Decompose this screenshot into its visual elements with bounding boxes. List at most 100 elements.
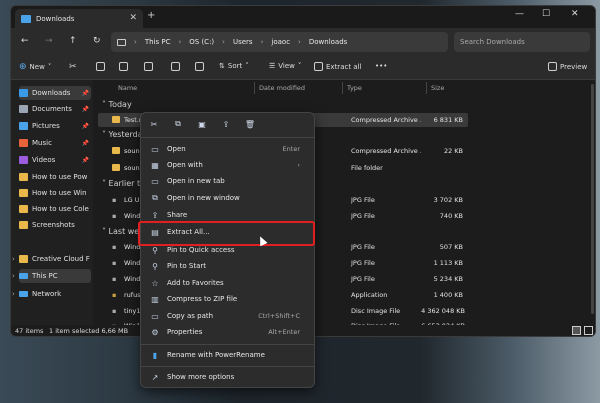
sidebar-item-documents[interactable]: Documents 📌 <box>19 102 91 116</box>
sidebar-item-how-to-use-cole[interactable]: How to use Cole <box>19 202 91 216</box>
file-size: 1 113 KB <box>433 259 463 267</box>
paste-icon <box>119 62 128 71</box>
close-window-button[interactable]: ✕ <box>571 9 579 19</box>
copy-icon[interactable]: ⧉ <box>171 117 185 131</box>
cut-button[interactable]: ✂ <box>69 62 77 72</box>
tab-close-icon[interactable]: ✕ <box>129 13 137 23</box>
open-with-icon: ▦ <box>151 160 159 170</box>
maximize-button[interactable]: ☐ <box>542 9 550 19</box>
column-header-type[interactable]: Type <box>347 84 362 92</box>
chevron-down-icon: ˅ <box>245 62 249 70</box>
menu-item-add-favorites[interactable]: ☆ Add to Favorites <box>145 275 310 291</box>
menu-item-compress-zip[interactable]: ▥ Compress to ZIP file <box>145 291 310 307</box>
sidebar-item-creative-cloud[interactable]: › Creative Cloud F <box>12 252 91 266</box>
new-window-icon: ⧉ <box>152 193 158 202</box>
title-bar: Downloads ✕ + — ☐ ✕ <box>11 6 595 28</box>
tab-downloads[interactable]: Downloads ✕ <box>15 9 143 28</box>
vertical-scrollbar[interactable] <box>591 84 594 314</box>
sidebar-item-videos[interactable]: Videos 📌 <box>19 153 91 167</box>
breadcrumb-os-c[interactable]: OS (C:) <box>189 38 214 46</box>
rename-icon <box>144 62 153 71</box>
open-icon: ▭ <box>151 144 159 154</box>
sidebar-item-how-to-use-pow[interactable]: How to use Pow <box>19 170 91 184</box>
sort-button[interactable]: ⇅ Sort ˅ <box>219 62 249 70</box>
breadcrumb-users[interactable]: Users <box>233 38 253 46</box>
new-tab-button[interactable]: + <box>147 10 155 21</box>
rename-icon[interactable]: ▣ <box>195 117 209 131</box>
up-button[interactable]: ↑ <box>69 36 77 46</box>
cloud-folder-icon <box>19 255 28 263</box>
delete-icon[interactable]: 🗑 <box>243 117 257 131</box>
menu-item-open-new-tab[interactable]: ▭ Open in new tab <box>145 173 310 189</box>
file-type: JPG File <box>351 212 375 220</box>
menu-item-show-more-options[interactable]: ↗ Show more options <box>145 369 310 385</box>
share-button[interactable] <box>171 62 180 71</box>
menu-item-open-new-window[interactable]: ⧉ Open in new window <box>145 190 310 206</box>
sidebar-item-how-to-use-win[interactable]: How to use Win <box>19 186 91 200</box>
paste-button[interactable] <box>119 62 128 71</box>
expand-chevron-icon: › <box>12 272 15 280</box>
pin-icon: 📌 <box>81 122 89 130</box>
refresh-button[interactable]: ↻ <box>93 36 101 46</box>
sidebar-item-label: How to use Win <box>32 189 87 197</box>
extract-all-button[interactable]: Extract all <box>314 62 361 71</box>
command-bar: ⊕ New ˅ ✂ ⇅ Sort ˅ ☰ View ˅ Extract all … <box>11 56 595 80</box>
menu-item-open[interactable]: ▭ Open Enter <box>145 141 310 157</box>
more-options-icon: ↗ <box>151 372 159 382</box>
delete-button[interactable] <box>195 62 204 71</box>
breadcrumb-joaoc[interactable]: joaoc <box>271 38 290 46</box>
menu-item-copy-as-path[interactable]: ▭ Copy as path Ctrl+Shift+C <box>145 308 310 324</box>
forward-button[interactable]: → <box>45 36 53 46</box>
rename-button[interactable] <box>144 62 153 71</box>
folder-icon <box>19 221 28 229</box>
menu-item-pin-to-start[interactable]: ⚲ Pin to Start <box>145 258 310 274</box>
preview-pane-button[interactable]: Preview <box>548 62 587 71</box>
menu-item-open-with[interactable]: ▦ Open with › <box>145 157 310 173</box>
column-header-size[interactable]: Size <box>431 84 444 92</box>
sidebar-item-this-pc[interactable]: › This PC <box>12 269 91 283</box>
breadcrumb-downloads[interactable]: Downloads <box>309 38 347 46</box>
shortcut-label: Enter <box>282 145 300 153</box>
view-label: View <box>278 62 295 70</box>
details-view-icon[interactable] <box>572 326 581 335</box>
pin-icon: 📌 <box>81 156 89 164</box>
file-size: 5 234 KB <box>433 275 463 283</box>
expand-chevron-icon: › <box>12 290 15 298</box>
group-header-today[interactable]: ˅ Today <box>102 100 132 109</box>
tiles-view-icon[interactable] <box>584 326 593 335</box>
monitor-icon <box>117 38 126 46</box>
column-header-date[interactable]: Date modified <box>259 84 305 92</box>
share-icon[interactable]: ⇪ <box>219 117 233 131</box>
tab-title: Downloads <box>36 14 75 23</box>
search-input[interactable]: Search Downloads <box>454 32 590 52</box>
this-pc-icon <box>19 273 28 279</box>
more-options-button[interactable]: ••• <box>375 62 387 70</box>
address-bar[interactable]: › This PC › OS (C:) › Users › joaoc › Do… <box>111 32 448 52</box>
pictures-icon <box>19 122 28 130</box>
highlight-box <box>138 221 315 246</box>
sidebar-item-label: How to use Cole <box>32 205 89 213</box>
submenu-chevron-icon: › <box>297 161 300 169</box>
share-icon: ⇪ <box>151 210 159 220</box>
copy-button[interactable] <box>96 62 105 71</box>
column-header-name[interactable]: Name <box>118 84 137 92</box>
properties-icon: ⚙ <box>151 327 159 337</box>
minimize-button[interactable]: — <box>515 9 524 19</box>
back-button[interactable]: ← <box>21 36 29 46</box>
file-type: JPG File <box>351 275 375 283</box>
sidebar-item-network[interactable]: › Network <box>12 287 91 301</box>
sidebar-item-screenshots[interactable]: Screenshots <box>19 218 91 232</box>
new-button[interactable]: ⊕ New ˅ <box>19 62 51 72</box>
menu-item-properties[interactable]: ⚙ Properties Alt+Enter <box>145 324 310 340</box>
breadcrumb-this-pc[interactable]: This PC <box>145 38 171 46</box>
share-icon <box>171 62 180 71</box>
menu-item-powerrename[interactable]: ▮ Rename with PowerRename <box>145 347 310 363</box>
sidebar-item-label: Pictures <box>32 122 60 130</box>
cut-icon[interactable]: ✂ <box>147 117 161 131</box>
view-button[interactable]: ☰ View ˅ <box>269 62 301 70</box>
sidebar-item-music[interactable]: Music 📌 <box>19 136 91 150</box>
file-type: JPG File <box>351 259 375 267</box>
sidebar-item-pictures[interactable]: Pictures 📌 <box>19 119 91 133</box>
search-placeholder: Search Downloads <box>460 38 525 46</box>
sidebar-item-downloads[interactable]: Downloads 📌 <box>19 86 91 100</box>
